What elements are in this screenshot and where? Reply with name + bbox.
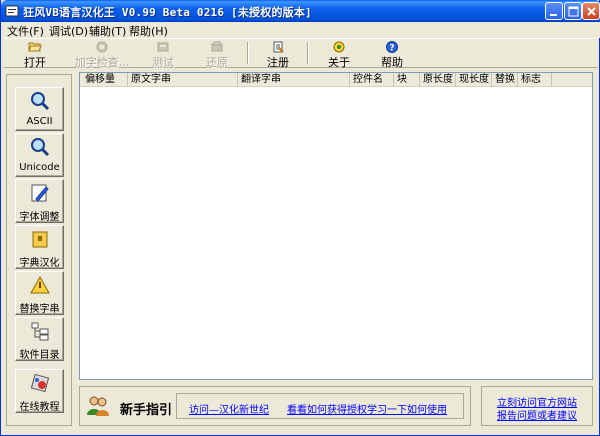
- sidebar-item-font-adjust[interactable]: 字体调整: [15, 179, 64, 223]
- main-window: 狂风VB语言汉化王 V0.99 Beta 0216 [未授权的版本] 文件(F)…: [0, 0, 600, 436]
- column-header-control[interactable]: 控件名: [350, 73, 394, 87]
- column-header-block[interactable]: 块: [394, 73, 420, 87]
- menu-bar: 文件(F) 调试(D) 辅助(T) 帮助(H): [1, 22, 600, 38]
- about-button[interactable]: 关于: [317, 40, 361, 69]
- lock-icon: [32, 231, 48, 248]
- help-label: 帮助: [381, 56, 403, 69]
- restore-label: 还原: [206, 56, 228, 69]
- test-label: 测试: [152, 56, 174, 69]
- column-header-orig-length[interactable]: 原长度: [420, 73, 456, 87]
- official-links: 立刻访问官方网站 报告问题或者建议: [481, 386, 593, 426]
- magnifier-icon: [31, 138, 50, 157]
- sidebar-item-unicode[interactable]: Unicode: [15, 133, 64, 177]
- guide-title: 新手指引: [120, 403, 173, 418]
- check-button[interactable]: 加字检查...: [74, 40, 130, 69]
- app-icon: [5, 5, 19, 17]
- menu-help[interactable]: 帮助(H): [129, 23, 168, 39]
- sidebar-label: 字典汉化: [19, 258, 60, 269]
- about-label: 关于: [328, 56, 350, 69]
- link-visit-site[interactable]: 访问—汉化新世纪: [189, 401, 269, 416]
- open-label: 打开: [24, 56, 46, 69]
- guide-links: 访问—汉化新世纪 看看如何获得授权 学习一下如何使用: [176, 393, 464, 419]
- link-learn-usage[interactable]: 学习一下如何使用: [367, 401, 447, 416]
- register-label: 注册: [267, 56, 289, 69]
- sidebar-label: Unicode: [19, 162, 60, 173]
- maximize-icon: [568, 6, 579, 17]
- maximize-button[interactable]: [564, 2, 582, 20]
- sidebar-label: 字体调整: [19, 212, 60, 223]
- link-get-license[interactable]: 看看如何获得授权: [287, 401, 367, 416]
- test-button[interactable]: 测试: [142, 40, 184, 69]
- magnifier-icon: [31, 92, 50, 111]
- svg-text:?: ?: [389, 44, 394, 54]
- help-icon: ?: [386, 41, 398, 54]
- minimize-icon: [550, 14, 557, 16]
- column-header-offset[interactable]: 偏移量: [82, 73, 128, 87]
- list-header: 偏移量 原文字串 翻译字串 控件名 块 原长度 现长度 替换 标志: [80, 73, 592, 87]
- menu-debug[interactable]: 调试(D): [49, 23, 88, 39]
- open-button[interactable]: 打开: [12, 40, 58, 69]
- column-header-translation[interactable]: 翻译字串: [238, 73, 350, 87]
- pencil-icon: [31, 184, 49, 202]
- sidebar-item-replace[interactable]: 替换字串: [15, 271, 64, 315]
- column-header-flag[interactable]: 标志: [518, 73, 552, 87]
- sidebar-label: 替换字串: [19, 304, 60, 315]
- toolbar: 打开 加字检查... 测试 还原 注册 关于 ? 帮助: [4, 38, 598, 69]
- sidebar-label: 软件目录: [19, 350, 60, 361]
- check-label: 加字检查...: [74, 56, 130, 69]
- users-icon: [87, 396, 109, 416]
- sidebar-item-directory[interactable]: 软件目录: [15, 317, 64, 361]
- folder-open-icon: [28, 42, 42, 52]
- link-report-issue[interactable]: 报告问题或者建议: [482, 407, 592, 422]
- warning-icon: [30, 275, 50, 294]
- register-button[interactable]: 注册: [256, 40, 300, 69]
- sidebar-label: ASCII: [26, 116, 53, 127]
- help-button[interactable]: ? 帮助: [370, 40, 414, 69]
- toolbar-separator: [247, 42, 249, 64]
- sidebar-label: 在线教程: [19, 402, 60, 413]
- about-icon: [333, 41, 345, 53]
- menu-tools[interactable]: 辅助(T): [89, 23, 126, 39]
- toolbar-separator: [307, 42, 309, 64]
- online-icon: [30, 373, 50, 393]
- sidebar-item-tutorial[interactable]: 在线教程: [15, 369, 64, 413]
- minimize-button[interactable]: [545, 2, 563, 20]
- guide-bar: 新手指引 访问—汉化新世纪 看看如何获得授权 学习一下如何使用: [79, 386, 471, 426]
- string-list[interactable]: 偏移量 原文字串 翻译字串 控件名 块 原长度 现长度 替换 标志: [79, 72, 593, 380]
- restore-button[interactable]: 还原: [196, 40, 238, 69]
- column-header-source[interactable]: 原文字串: [128, 73, 238, 87]
- check-icon: [96, 41, 108, 53]
- folder-tree-icon: [31, 322, 49, 341]
- sidebar: ASCII Unicode 字体调整 字典汉化 替换字串 软件目录 在线教程: [6, 74, 72, 426]
- column-header-replace[interactable]: 替换: [492, 73, 518, 87]
- title-bar[interactable]: 狂风VB语言汉化王 V0.99 Beta 0216 [未授权的版本]: [1, 0, 600, 22]
- test-icon: [157, 42, 169, 52]
- window-title: 狂风VB语言汉化王 V0.99 Beta 0216 [未授权的版本]: [23, 6, 312, 19]
- menu-file[interactable]: 文件(F): [7, 23, 44, 39]
- sidebar-item-dictionary[interactable]: 字典汉化: [15, 225, 64, 269]
- close-button[interactable]: [582, 2, 600, 20]
- close-icon: [587, 7, 596, 16]
- register-icon: [273, 41, 284, 53]
- restore-icon: [211, 41, 223, 52]
- column-header-new-length[interactable]: 现长度: [456, 73, 492, 87]
- sidebar-item-ascii[interactable]: ASCII: [15, 87, 64, 131]
